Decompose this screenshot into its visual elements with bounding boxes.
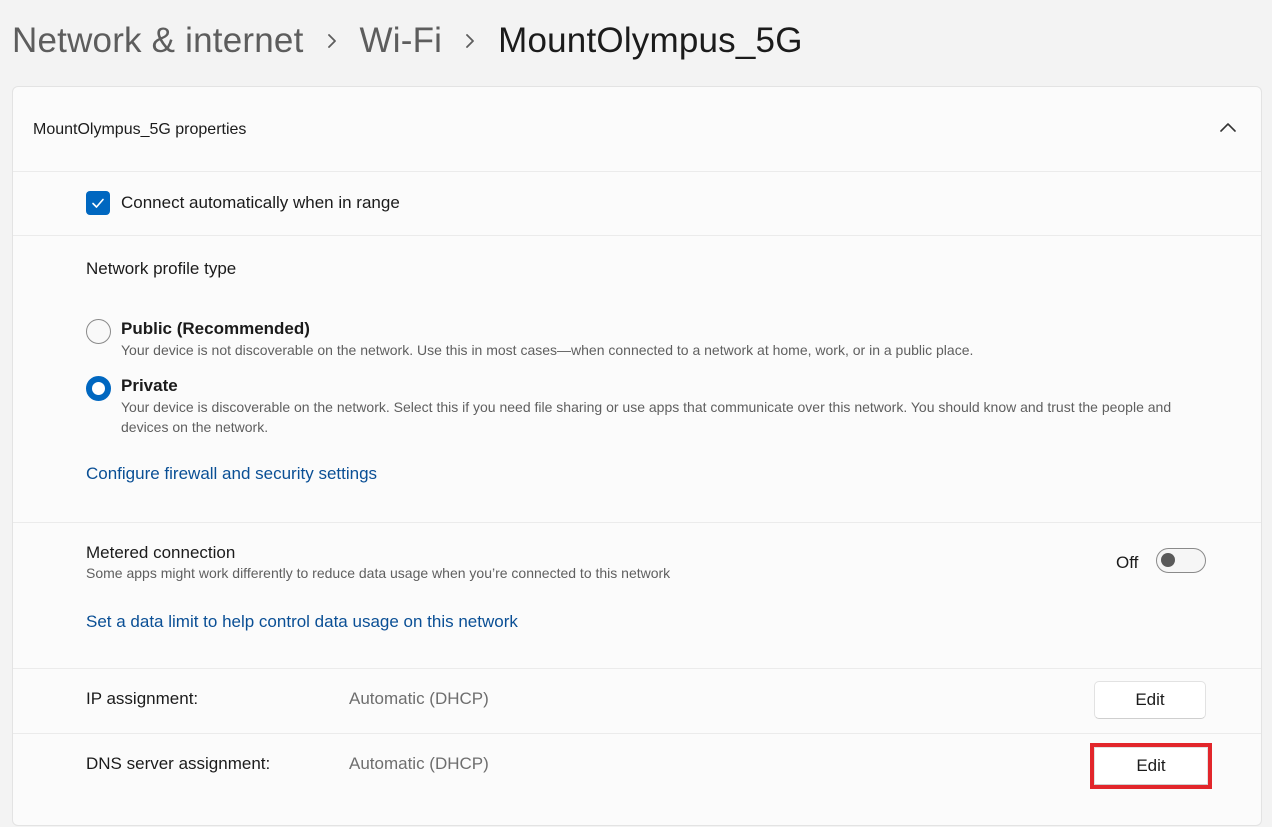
- auto-connect-label: Connect automatically when in range: [121, 193, 400, 212]
- metered-section: Metered connection Some apps might work …: [13, 522, 1261, 669]
- dns-assignment-value: Automatic (DHCP): [349, 754, 489, 773]
- metered-toggle[interactable]: [1156, 548, 1206, 573]
- private-label: Private: [121, 376, 178, 395]
- ip-assignment-value: Automatic (DHCP): [349, 689, 489, 708]
- metered-state-label: Off: [1116, 553, 1139, 572]
- profile-option-public[interactable]: Public (Recommended) Your device is not …: [86, 318, 1206, 360]
- chevron-right-icon: [326, 34, 338, 48]
- public-description: Your device is not discoverable on the n…: [121, 342, 974, 358]
- ip-assignment-row: IP assignment: Automatic (DHCP) Edit: [13, 668, 1261, 733]
- firewall-settings-link[interactable]: Configure firewall and security settings: [86, 464, 377, 484]
- auto-connect-row[interactable]: Connect automatically when in range: [86, 191, 400, 215]
- metered-description: Some apps might work differently to redu…: [86, 565, 671, 581]
- public-radio[interactable]: [86, 319, 111, 344]
- chevron-up-icon[interactable]: [1219, 121, 1237, 135]
- checkmark-icon: [92, 198, 104, 208]
- metered-title: Metered connection: [86, 543, 236, 562]
- dns-edit-button[interactable]: Edit: [1090, 743, 1212, 789]
- breadcrumb: Network & internet Wi-Fi MountOlympus_5G: [12, 18, 803, 64]
- auto-connect-section: Connect automatically when in range: [13, 171, 1261, 235]
- properties-header[interactable]: MountOlympus_5G properties: [13, 87, 1261, 171]
- ip-assignment-label: IP assignment:: [86, 689, 199, 708]
- dns-assignment-label: DNS server assignment:: [86, 754, 271, 773]
- chevron-right-icon: [464, 34, 476, 48]
- private-radio[interactable]: [86, 376, 111, 401]
- public-label: Public (Recommended): [121, 319, 310, 338]
- page-title: MountOlympus_5G: [498, 21, 803, 60]
- properties-title: MountOlympus_5G properties: [33, 121, 247, 138]
- dns-assignment-row: DNS server assignment: Automatic (DHCP) …: [13, 733, 1261, 827]
- toggle-knob: [1161, 553, 1175, 567]
- properties-panel: MountOlympus_5G properties Connect autom…: [12, 86, 1262, 826]
- private-description: Your device is discoverable on the netwo…: [121, 399, 1172, 435]
- ip-edit-button[interactable]: Edit: [1094, 681, 1206, 719]
- network-profile-title: Network profile type: [86, 259, 237, 278]
- data-limit-link[interactable]: Set a data limit to help control data us…: [86, 612, 518, 632]
- breadcrumb-network-internet[interactable]: Network & internet: [12, 21, 304, 61]
- profile-option-private[interactable]: Private Your device is discoverable on t…: [86, 375, 1206, 437]
- network-profile-section: Network profile type Public (Recommended…: [13, 235, 1261, 523]
- breadcrumb-wifi[interactable]: Wi-Fi: [360, 21, 443, 61]
- auto-connect-checkbox[interactable]: [86, 191, 110, 215]
